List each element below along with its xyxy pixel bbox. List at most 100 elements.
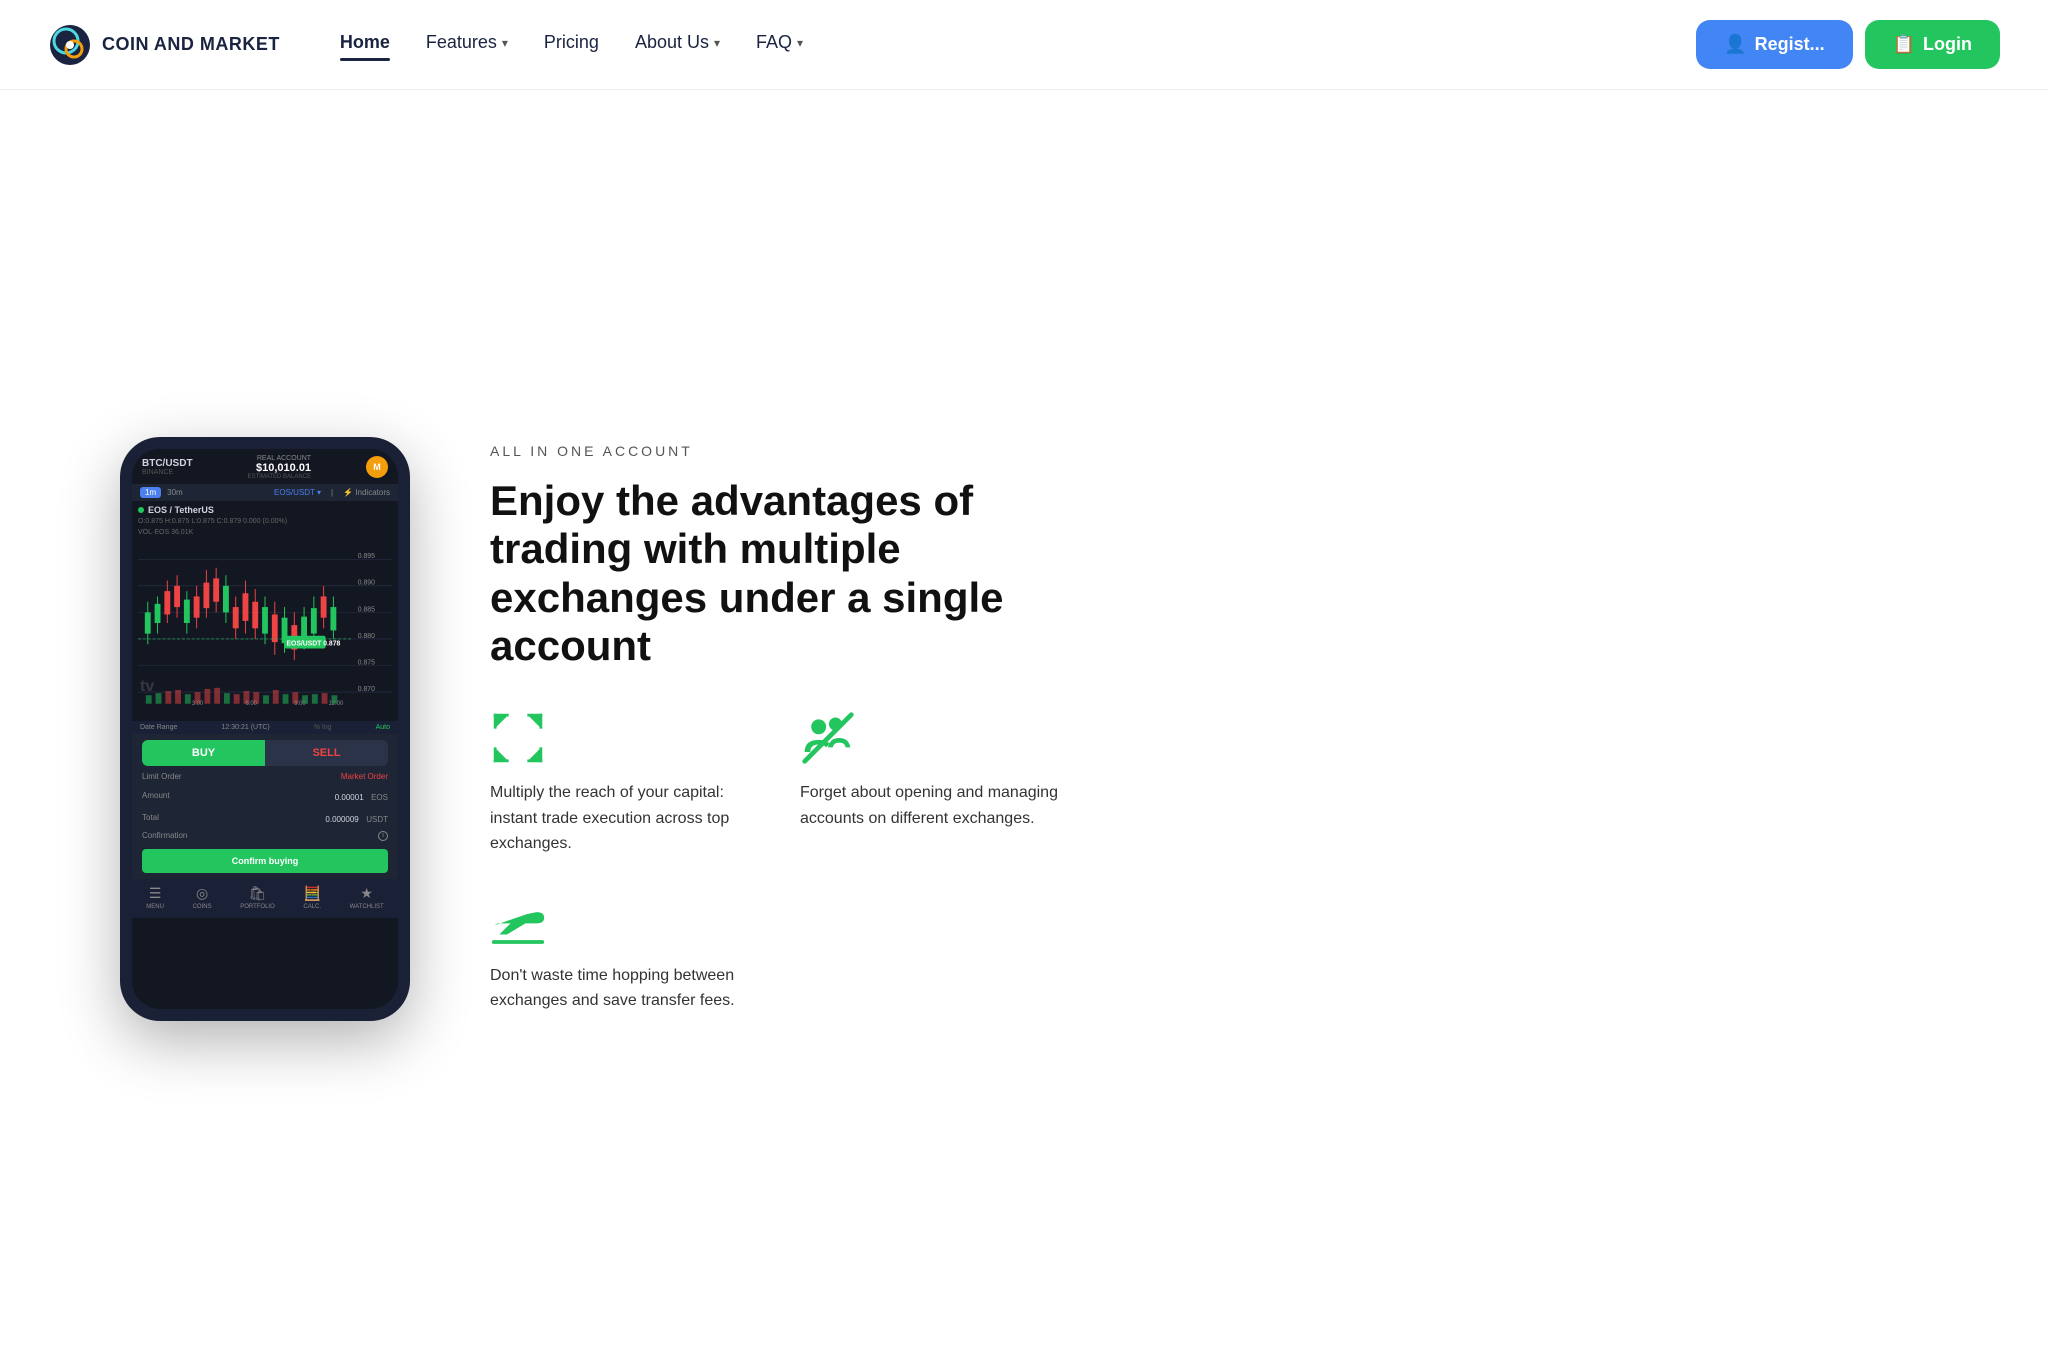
timeframe-1m[interactable]: 1m xyxy=(140,487,161,498)
bottom-nav-calc[interactable]: 🧮 CALC. xyxy=(303,885,321,910)
right-content: ALL IN ONE ACCOUNT Enjoy the advantages … xyxy=(490,443,1070,1014)
confirm-button[interactable]: Confirm buying xyxy=(142,849,388,873)
main-heading: Enjoy the advantages of trading with mul… xyxy=(490,477,1070,670)
date-time-bar: Date Range 12:30:21 (UTC) % log Auto xyxy=(132,721,398,734)
phone-chart-area: EOS / TetherUS O:0.875 H:0.875 L:0.875 C… xyxy=(132,501,398,721)
svg-text:9:00: 9:00 xyxy=(294,699,306,706)
estimated-balance-label: ESTIMATED BALANCE xyxy=(247,474,311,480)
order-types: Limit Order Market Order xyxy=(142,772,388,781)
nav-home[interactable]: Home xyxy=(340,32,390,57)
nav-buttons: 👤 Regist... 📋 Login xyxy=(1696,20,2000,69)
sell-button[interactable]: SELL xyxy=(265,740,388,766)
total-label: Total xyxy=(142,813,159,822)
total-value-group: 0.000009 USDT xyxy=(325,809,388,827)
phone-balance: $10,010.01 xyxy=(247,462,311,474)
features-chevron-icon: ▾ xyxy=(502,36,508,50)
phone-topbar: BTC/USDT BINANCE REAL ACCOUNT $10,010.01… xyxy=(132,449,398,484)
bottom-nav-coins[interactable]: ◎ COINS xyxy=(193,885,212,910)
chart-svg: 0.895 0.890 0.885 0.880 0.875 0.870 xyxy=(138,538,392,708)
auto-label: Auto xyxy=(376,724,390,731)
amount-label: Amount xyxy=(142,791,170,800)
log-label: % log xyxy=(314,724,332,731)
nav-about[interactable]: About Us ▾ xyxy=(635,32,720,57)
feature-item-takeoff: Don't waste time hopping between exchang… xyxy=(490,893,760,1014)
phone-mockup: BTC/USDT BINANCE REAL ACCOUNT $10,010.01… xyxy=(120,437,410,1021)
confirmation-row: Confirmation i xyxy=(142,831,388,841)
login-button[interactable]: 📋 Login xyxy=(1865,20,2000,69)
svg-text:0.885: 0.885 xyxy=(358,605,375,613)
svg-text:0.895: 0.895 xyxy=(358,551,375,559)
indicators-btn[interactable]: ⚡ Indicators xyxy=(343,488,390,497)
svg-text:0.890: 0.890 xyxy=(358,578,375,586)
bottom-nav-menu[interactable]: ☰ MENU xyxy=(146,885,164,910)
svg-text:0.875: 0.875 xyxy=(358,658,375,666)
coins-icon: ◎ xyxy=(196,885,208,902)
logo-icon xyxy=(48,23,92,67)
total-unit: USDT xyxy=(366,815,388,824)
feature-item-no-accounts: Forget about opening and managing accoun… xyxy=(800,710,1070,857)
no-people-icon xyxy=(800,710,856,766)
status-dot xyxy=(138,507,144,513)
main-content: BTC/USDT BINANCE REAL ACCOUNT $10,010.01… xyxy=(0,90,2048,1367)
phone-buysell: BUY SELL Limit Order Market Order Amount… xyxy=(132,734,398,879)
feature-item-empty xyxy=(800,893,1070,1014)
phone-screen: BTC/USDT BINANCE REAL ACCOUNT $10,010.01… xyxy=(132,449,398,1009)
svg-text:0.870: 0.870 xyxy=(358,684,375,692)
feature-text-takeoff: Don't waste time hopping between exchang… xyxy=(490,963,760,1014)
bottom-nav-portfolio[interactable]: 🛍 PORTFOLIO xyxy=(240,885,275,910)
market-order-option[interactable]: Market Order xyxy=(341,772,388,781)
date-range-label: Date Range xyxy=(140,724,177,731)
phone-bottom-nav: ☰ MENU ◎ COINS 🛍 PORTFOLIO 🧮 CALC. ★ xyxy=(132,879,398,918)
amount-row: Amount 0.00001 EOS xyxy=(142,787,388,805)
confirmation-label: Confirmation xyxy=(142,831,187,840)
logo-text: COIN AND MARKET xyxy=(102,34,280,55)
total-value: 0.000009 xyxy=(325,815,358,824)
calc-icon: 🧮 xyxy=(303,885,320,902)
bottom-nav-watchlist[interactable]: ★ WATCHLIST xyxy=(350,885,384,910)
section-label: ALL IN ONE ACCOUNT xyxy=(490,443,1070,459)
register-button[interactable]: 👤 Regist... xyxy=(1696,20,1852,69)
expand-arrows-icon xyxy=(490,710,546,766)
eos-pair-tab[interactable]: EOS/USDT ▾ xyxy=(274,488,321,497)
nav-links: Home Features ▾ Pricing About Us ▾ FAQ ▾ xyxy=(340,32,1696,57)
feature-text-expand: Multiply the reach of your capital: inst… xyxy=(490,780,760,857)
watchlist-icon: ★ xyxy=(360,885,373,902)
nav-faq[interactable]: FAQ ▾ xyxy=(756,32,803,57)
svg-text:6:00: 6:00 xyxy=(245,699,257,706)
faq-chevron-icon: ▾ xyxy=(797,36,803,50)
feature-item-expand: Multiply the reach of your capital: inst… xyxy=(490,710,760,857)
amount-unit: EOS xyxy=(371,793,388,802)
phone-pair: BTC/USDT xyxy=(142,458,193,469)
phone-exchange: BINANCE xyxy=(142,469,193,476)
phone-timeframes: 1m 30m EOS/USDT ▾ | ⚡ Indicators xyxy=(132,484,398,501)
chart-prices: O:0.875 H:0.875 L:0.875 C:0.879 0.000 (0… xyxy=(138,518,392,525)
limit-order-option[interactable]: Limit Order xyxy=(142,772,182,781)
takeoff-icon xyxy=(490,893,546,949)
phone-pair-info: BTC/USDT BINANCE xyxy=(142,458,193,476)
timeframe-30m[interactable]: 30m xyxy=(167,488,183,497)
buysell-buttons: BUY SELL xyxy=(142,740,388,766)
real-account-label: REAL ACCOUNT xyxy=(247,455,311,462)
time-utc: 12:30:21 (UTC) xyxy=(222,724,270,731)
svg-text:3:00: 3:00 xyxy=(192,699,204,706)
chart-symbol-row: EOS / TetherUS xyxy=(138,505,392,515)
phone-balance-area: REAL ACCOUNT $10,010.01 ESTIMATED BALANC… xyxy=(247,455,311,480)
info-icon: i xyxy=(378,831,388,841)
navbar: COIN AND MARKET Home Features ▾ Pricing … xyxy=(0,0,2048,90)
buy-button[interactable]: BUY xyxy=(142,740,265,766)
about-chevron-icon: ▾ xyxy=(714,36,720,50)
login-icon: 📋 xyxy=(1893,34,1915,55)
nav-features[interactable]: Features ▾ xyxy=(426,32,508,57)
total-row: Total 0.000009 USDT xyxy=(142,809,388,827)
logo[interactable]: COIN AND MARKET xyxy=(48,23,280,67)
nav-pricing[interactable]: Pricing xyxy=(544,32,599,57)
svg-text:EOS/USDT 0.878: EOS/USDT 0.878 xyxy=(286,639,340,647)
amount-value: 0.00001 xyxy=(335,793,364,802)
portfolio-icon: 🛍 xyxy=(249,885,267,902)
vol-info: VOL·EOS 36.01K xyxy=(138,529,392,536)
feature-text-no-accounts: Forget about opening and managing accoun… xyxy=(800,780,1070,831)
svg-text:12:00: 12:00 xyxy=(329,699,344,706)
amount-value-group: 0.00001 EOS xyxy=(335,787,388,805)
register-icon: 👤 xyxy=(1724,34,1746,55)
features-grid: Multiply the reach of your capital: inst… xyxy=(490,710,1070,1014)
